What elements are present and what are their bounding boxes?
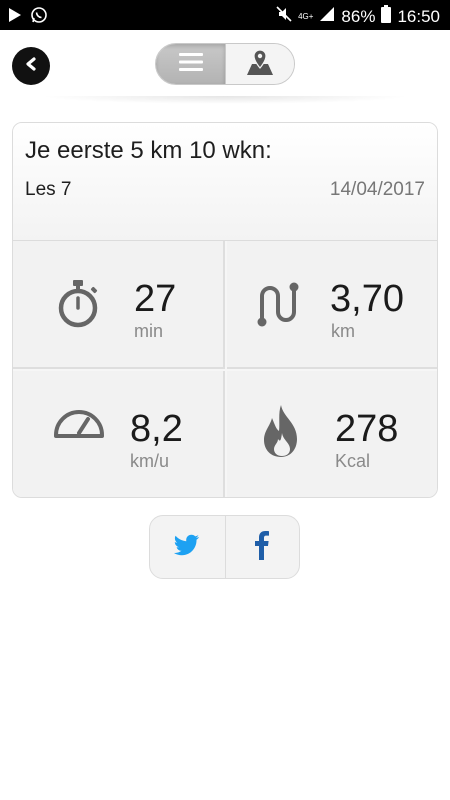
mute-icon (276, 6, 292, 27)
top-bar (0, 30, 450, 100)
stat-distance: 3,70 km (227, 241, 437, 369)
network-indicator: 4G+ (298, 11, 314, 21)
view-toggle (155, 43, 295, 85)
duration-unit: min (134, 321, 164, 341)
signal-icon (319, 6, 335, 27)
battery-icon (381, 5, 392, 28)
stat-duration: 27 min (13, 241, 225, 369)
header-divider (40, 96, 410, 104)
whatsapp-icon (30, 6, 48, 29)
lesson-label: Les 7 (25, 179, 72, 200)
back-arrow-icon (23, 56, 39, 77)
calories-value: 278 (335, 408, 399, 450)
list-view-button[interactable] (156, 44, 225, 84)
stat-calories: 278 Kcal (227, 371, 437, 497)
battery-percent: 86% (341, 6, 376, 26)
list-icon (177, 51, 205, 78)
workout-date: 14/04/2017 (329, 179, 425, 200)
status-bar: 4G+ 86% 16:50 (0, 0, 450, 30)
map-view-button[interactable] (225, 44, 294, 84)
share-buttons (149, 515, 300, 579)
workout-title: Je eerste 5 km 10 wkn: (25, 137, 272, 164)
speedometer-icon (53, 403, 104, 453)
clock: 16:50 (397, 6, 440, 26)
map-pin-icon (243, 47, 277, 82)
speed-value: 8,2 (130, 408, 183, 450)
play-store-icon (8, 7, 22, 28)
twitter-share-button[interactable] (150, 516, 225, 578)
duration-value: 27 (134, 278, 177, 320)
calories-unit: Kcal (335, 451, 371, 471)
stopwatch-icon (53, 279, 103, 329)
distance-unit: km (331, 321, 355, 341)
facebook-share-button[interactable] (224, 516, 300, 578)
speed-unit: km/u (130, 451, 170, 471)
workout-card: Je eerste 5 km 10 wkn: Les 7 14/04/2017 … (12, 122, 438, 498)
facebook-icon (255, 530, 270, 565)
workout-header: Je eerste 5 km 10 wkn: Les 7 14/04/2017 (13, 123, 437, 241)
twitter-icon (174, 534, 200, 561)
stat-speed: 8,2 km/u (13, 371, 225, 497)
back-button[interactable] (12, 47, 50, 85)
flame-icon (259, 403, 309, 457)
distance-value: 3,70 (330, 278, 404, 320)
route-icon (255, 279, 305, 329)
